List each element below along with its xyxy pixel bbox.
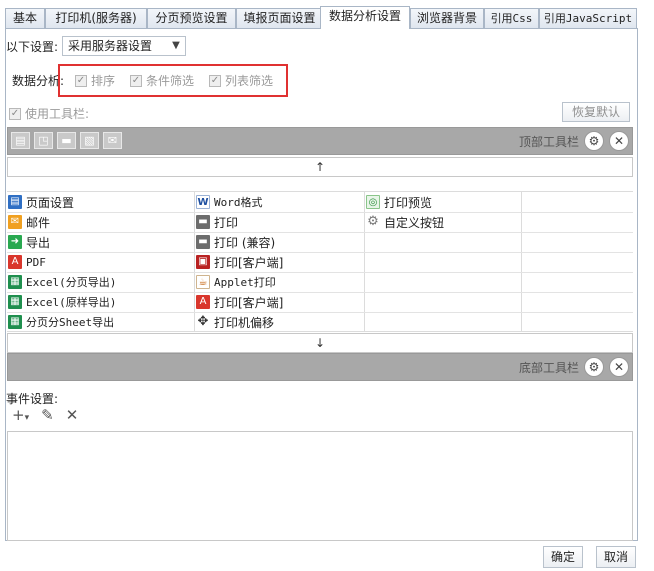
print-preview-icon: ◎ (366, 195, 380, 209)
settings-select-value: 采用服务器设置 (68, 39, 153, 53)
tab-basic[interactable]: 基本 (5, 8, 45, 28)
list-item-excel-original[interactable]: ▦ Excel(原样导出) (8, 292, 116, 312)
list-item-custom-button[interactable]: ⚙ 自定义按钮 (366, 212, 444, 232)
word-icon: W (196, 195, 210, 209)
tab-javascript[interactable]: 引用JavaScript (539, 8, 637, 28)
arrow-down-icon: ↓ (314, 336, 326, 350)
chevron-down-icon: ▼ (172, 40, 180, 51)
java-icon: ☕ (196, 275, 210, 289)
settings-select[interactable]: 采用服务器设置 ▼ (62, 36, 186, 56)
close-icon[interactable]: ✕ (609, 131, 629, 151)
checkbox-icon: ✓ (75, 74, 87, 87)
bottom-toolbar: 底部工具栏 ⚙ ✕ (7, 353, 633, 381)
list-item-pdf[interactable]: A PDF (8, 252, 46, 272)
sort-checkbox[interactable]: ✓ 排序 (75, 72, 115, 89)
panel-edge (637, 28, 638, 541)
data-analysis-label: 数据分析: (12, 74, 65, 88)
printer-icon: ▬ (196, 235, 210, 249)
delete-icon[interactable]: ✕ (66, 406, 79, 424)
settings-label: 以下设置: (6, 40, 59, 54)
ok-button[interactable]: 确定 (543, 546, 583, 568)
list-item-print-client[interactable]: ▣ 打印[客户端] (196, 252, 283, 272)
excel-icon: ▦ (8, 295, 22, 309)
edit-icon[interactable]: ✎ (41, 406, 54, 424)
gear-icon: ⚙ (366, 214, 380, 229)
list-item-printer-offset[interactable]: ✥ 打印机偏移 (196, 312, 274, 332)
top-toolbar: ▤ ◳ ▬ ▧ ✉ 顶部工具栏 ⚙ ✕ (7, 127, 633, 155)
list-item-print[interactable]: ▬ 打印 (196, 212, 238, 232)
export-icon[interactable]: ▧ (80, 132, 99, 149)
list-item-print-client-pdf[interactable]: A 打印[客户端] (196, 292, 283, 312)
list-filter-checkbox[interactable]: ✓ 列表筛选 (209, 72, 273, 89)
export-icon: ➜ (8, 235, 22, 249)
tab-printer-server[interactable]: 打印机(服务器) (45, 8, 147, 28)
top-toolbar-title: 顶部工具栏 (518, 134, 579, 149)
page-icon[interactable]: ▤ (11, 132, 30, 149)
print-client-icon: ▣ (196, 255, 210, 269)
list-item-applet-print[interactable]: ☕ Applet打印 (196, 272, 276, 292)
excel-icon: ▦ (8, 315, 22, 329)
tab-page-preview[interactable]: 分页预览设置 (147, 8, 236, 28)
list-item-word[interactable]: W Word格式 (196, 192, 263, 212)
events-label: 事件设置: (6, 392, 59, 406)
use-toolbar-checkbox[interactable]: ✓ 使用工具栏: (9, 105, 89, 122)
available-buttons-grid: ▤ 页面设置 ✉ 邮件 ➜ 导出 A PDF ▦ Excel(分页导出) ▦ Excel(原… (7, 191, 633, 332)
condition-filter-checkbox[interactable]: ✓ 条件筛选 (130, 72, 194, 89)
list-item-mail[interactable]: ✉ 邮件 (8, 212, 50, 232)
toolbar-settings-icon[interactable]: ⚙ (584, 357, 604, 377)
add-icon[interactable]: +▾ (12, 406, 29, 424)
checkbox-icon: ✓ (130, 74, 142, 87)
pdf-icon: A (8, 255, 22, 269)
events-toolbar: +▾ ✎ ✕ (12, 406, 78, 424)
tab-browser-background[interactable]: 浏览器背景 (410, 8, 484, 28)
events-list[interactable] (7, 431, 633, 541)
tab-fill-page[interactable]: 填报页面设置 (236, 8, 323, 28)
move-down-button[interactable]: ↓ (7, 333, 633, 353)
checkbox-icon: ✓ (209, 74, 221, 87)
cancel-button[interactable]: 取消 (596, 546, 636, 568)
list-item-page-setup[interactable]: ▤ 页面设置 (8, 192, 74, 212)
print-icon[interactable]: ▬ (57, 132, 76, 149)
list-item-excel-paged[interactable]: ▦ Excel(分页导出) (8, 272, 116, 292)
page-setup-icon: ▤ (8, 195, 22, 209)
toolbar-settings-icon[interactable]: ⚙ (584, 131, 604, 151)
restore-default-button[interactable]: 恢复默认 (562, 102, 630, 122)
list-item-export[interactable]: ➜ 导出 (8, 232, 50, 252)
arrow-up-icon: ↑ (314, 160, 326, 174)
tab-css[interactable]: 引用Css (484, 8, 539, 28)
close-icon[interactable]: ✕ (609, 357, 629, 377)
list-item-sheet-export[interactable]: ▦ 分页分Sheet导出 (8, 312, 114, 332)
list-item-print-compatible[interactable]: ▬ 打印 (兼容) (196, 232, 275, 252)
tab-bar: 基本 打印机(服务器) 分页预览设置 填报页面设置 数据分析设置 浏览器背景 引… (5, 6, 645, 29)
mail-icon: ✉ (8, 215, 22, 229)
checkbox-icon: ✓ (9, 107, 21, 120)
excel-icon: ▦ (8, 275, 22, 289)
move-up-button[interactable]: ↑ (7, 157, 633, 177)
printer-icon: ▬ (196, 215, 210, 229)
move-icon: ✥ (196, 314, 210, 329)
list-item-print-preview[interactable]: ◎ 打印预览 (366, 192, 432, 212)
bottom-toolbar-title: 底部工具栏 (518, 360, 579, 375)
mail-icon[interactable]: ✉ (103, 132, 122, 149)
print-pdf-icon: A (196, 295, 210, 309)
preview-icon[interactable]: ◳ (34, 132, 53, 149)
tab-data-analysis[interactable]: 数据分析设置 (320, 6, 410, 29)
